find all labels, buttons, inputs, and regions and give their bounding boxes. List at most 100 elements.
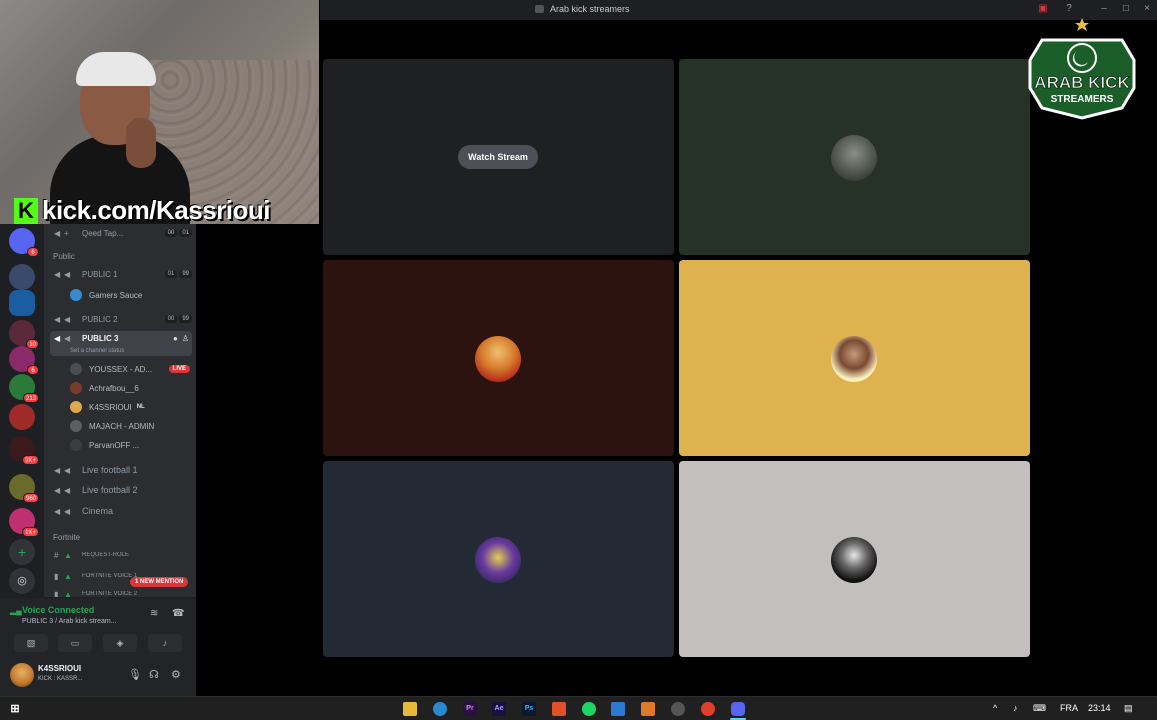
voice-user[interactable]: MAJACH - ADMIN [70,418,190,434]
speaker-icon: ◀ [54,465,61,475]
server-icon-3[interactable]: 10 [9,320,39,349]
file-explorer-icon[interactable] [403,702,417,716]
voice-user[interactable]: YOUSSEX - AD... LIVE [70,361,190,377]
channel-label: PUBLIC 2 [82,314,118,324]
channel-cinema[interactable]: ◀ ◀ Cinema [50,502,192,520]
server-icon-8[interactable]: 960 [9,474,39,503]
participant-tile-6[interactable] [679,461,1030,657]
volume-icon: ◀ [64,506,71,516]
category-public[interactable]: Public [53,252,75,261]
kick-link-overlay: K kick.com/Kassrioui [14,195,271,224]
channel-label: REQUEST-ROLE [82,552,130,558]
avatar [70,401,82,413]
new-mention-pill[interactable]: 1 NEW MENTION [130,577,189,587]
voice-channel-path[interactable]: PUBLIC 3 / Arab kick stream... [22,618,117,625]
user-status[interactable]: KICK : KASSR... [38,676,82,682]
premiere-icon[interactable]: Pr [463,702,477,716]
lock-icon: ▮ [54,589,59,598]
volume-icon: ◀ [64,465,71,475]
discord-titlebar: Arab kick streamers ▣ ? – □ × [320,0,1157,20]
voice-user[interactable]: Achrafbou__6 [70,380,190,396]
photoshop-icon[interactable]: Ps [522,702,536,716]
channel-label: PUBLIC 3 [82,334,119,343]
app-icon[interactable] [641,702,655,716]
user-name[interactable]: K4SSRIOUI [38,664,81,673]
role-icon: ▲ [64,571,72,581]
speaker-icon: ◀ [54,506,61,516]
activity-button[interactable]: ◈ [103,634,137,652]
headphones-icon[interactable]: ☊ [149,668,159,681]
maximize-button[interactable]: □ [1120,3,1132,15]
after-effects-icon[interactable]: Ae [492,702,506,716]
participant-tile-2[interactable] [679,59,1030,255]
speaker-icon: ◀ [54,314,61,324]
brave-icon[interactable] [552,702,566,716]
noise-suppression-icon[interactable]: ≋ [150,608,158,619]
vscode-icon[interactable] [611,702,625,716]
server-icon-1[interactable] [9,264,35,290]
keyboard-icon[interactable]: ⌨ [1033,703,1046,714]
channel-qeed[interactable]: ◀ + Qeed Tap... 00 01 [50,224,192,242]
stream-tile-1[interactable]: Watch Stream [323,59,674,255]
microphone-tray-icon[interactable]: ♪ [1013,703,1018,713]
settings-gear-icon[interactable]: ⚙ [171,668,181,681]
edge-browser-icon[interactable] [433,702,447,716]
channel-public-1[interactable]: ◀ ◀ PUBLIC 1 01 99 [50,265,192,283]
windows-start-icon[interactable]: ⊞ [8,702,22,716]
participant-tile-5[interactable] [323,461,674,657]
help-icon[interactable]: ? [1063,3,1075,15]
disconnect-icon[interactable]: ☎ [172,608,184,619]
server-icon-5[interactable]: 213 [9,374,39,403]
minimize-button[interactable]: – [1098,3,1110,15]
role-icon: ▲ [64,589,72,598]
add-server-icon[interactable]: + [9,539,35,565]
server-icon-2[interactable] [9,290,35,316]
arab-kick-streamers-logo: ARAB KICK STREAMERS [1028,18,1136,120]
voice-connected-panel: ▂▄ Voice Connected PUBLIC 3 / Arab kick … [0,597,196,655]
channel-request-role[interactable]: # ▲ REQUEST-ROLE [50,546,192,564]
close-button[interactable]: × [1141,3,1153,15]
participant-avatar [831,135,877,181]
server-badge: 213 [22,393,39,403]
avatar [70,382,82,394]
channel-live-football-2[interactable]: ◀ ◀ Live football 2 [50,481,192,499]
inbox-icon[interactable]: ▣ [1037,3,1049,15]
chat-icon[interactable]: ● [173,334,178,343]
voice-user[interactable]: K4SSRIOUI NL [70,399,190,415]
microphone-icon[interactable]: 🎙 [128,668,142,681]
clock[interactable]: 23:14 [1088,703,1111,713]
voice-status[interactable]: Voice Connected [22,605,94,615]
watch-stream-button[interactable]: Watch Stream [458,145,538,169]
discord-icon[interactable] [731,702,745,716]
participant-tile-3[interactable] [323,260,674,456]
participant-tile-4[interactable] [679,260,1030,456]
explore-compass-icon[interactable]: ◎ [9,568,35,594]
user-avatar[interactable] [10,663,34,687]
screen-share-button[interactable]: ▭ [58,634,92,652]
video-off-button[interactable]: ▧ [14,634,48,652]
steam-icon[interactable] [671,702,685,716]
server-home[interactable]: 6 [9,228,39,257]
server-icon-9[interactable]: 1K+ [9,508,39,537]
spotify-icon[interactable] [582,702,596,716]
server-icon-7[interactable]: 3K+ [9,436,39,465]
user-count: 00 [164,229,178,237]
input-language[interactable]: FRA [1060,703,1078,713]
voice-user[interactable]: ParvanOFF ... [70,437,190,453]
speaker-icon: ◀ [54,228,61,238]
signal-icon[interactable]: ▂▄ [10,606,22,615]
channel-public-2[interactable]: ◀ ◀ PUBLIC 2 00 99 [50,310,192,328]
soundboard-button[interactable]: ♪ [148,634,182,652]
invite-icon[interactable]: ♙ [182,334,189,343]
channel-live-football-1[interactable]: ◀ ◀ Live football 1 [50,461,192,479]
channel-status[interactable]: Set a channel status [70,348,124,354]
category-fortnite[interactable]: Fortnite [53,533,80,542]
server-icon-6[interactable] [9,404,35,430]
kick-url: kick.com/Kassrioui [42,195,271,224]
tray-chevron-icon[interactable]: ^ [993,703,997,713]
chrome-icon[interactable] [701,702,715,716]
server-icon-4[interactable]: 6 [9,346,39,375]
voice-user[interactable]: Gamers Sauce [70,287,190,303]
user-limit: 99 [179,315,192,323]
notifications-icon[interactable]: ▤ [1124,703,1133,714]
